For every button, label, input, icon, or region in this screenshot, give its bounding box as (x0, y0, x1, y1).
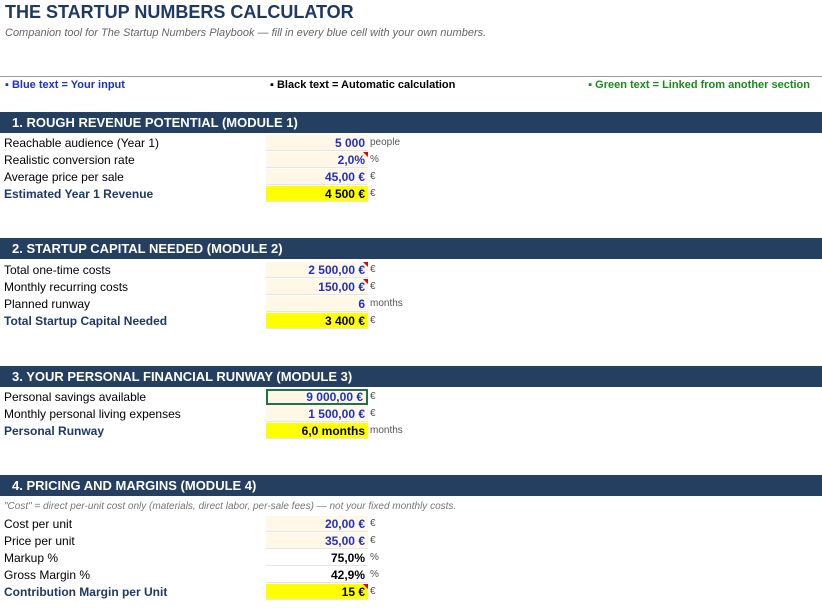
legend-input: ▪ Blue text = Your input (5, 79, 125, 91)
section-header-pricing: 4. PRICING AND MARGINS (MODULE 4) (0, 475, 822, 496)
row-personal-runway: Personal Runway 6,0 months months (0, 423, 822, 440)
comment-marker-icon[interactable] (363, 279, 368, 284)
row-cost-per-unit: Cost per unit 20,00 € € (0, 516, 822, 533)
row-label: Personal savings available (4, 390, 147, 404)
monthly-recurring-cell[interactable]: 150,00 € (266, 279, 368, 295)
row-gross-margin: Gross Margin % 42,9% % (0, 567, 822, 584)
row-label: Average price per sale (4, 170, 124, 184)
row-one-time-costs: Total one-time costs 2 500,00 € € (0, 262, 822, 279)
unit-label: months (370, 298, 403, 309)
row-label: Reachable audience (Year 1) (4, 136, 159, 150)
gross-margin-cell[interactable]: 42,9% (266, 567, 368, 583)
unit-label: % (370, 552, 379, 563)
year1-revenue-cell[interactable]: 4 500 € (266, 186, 368, 202)
row-year1-revenue: Estimated Year 1 Revenue 4 500 € € (0, 186, 822, 203)
total-capital-cell[interactable]: 3 400 € (266, 313, 368, 329)
section-title: 3. YOUR PERSONAL FINANCIAL RUNWAY (MODUL… (12, 369, 353, 384)
row-label: Cost per unit (4, 517, 73, 531)
price-per-unit-cell[interactable]: 35,00 € (266, 533, 368, 549)
row-contribution-margin: Contribution Margin per Unit 15 € € (0, 584, 822, 601)
planned-runway-cell[interactable]: 6 (266, 296, 368, 312)
row-label: Total one-time costs (4, 263, 111, 277)
row-monthly-recurring: Monthly recurring costs 150,00 € € (0, 279, 822, 296)
reachable-audience-cell[interactable]: 5 000 (266, 135, 368, 151)
unit-label: € (370, 264, 376, 275)
unit-label: € (370, 315, 376, 326)
row-label: Planned runway (4, 297, 91, 311)
section-header-capital: 2. STARTUP CAPITAL NEEDED (MODULE 2) (0, 238, 822, 259)
row-label: Gross Margin % (4, 568, 91, 582)
row-planned-runway: Planned runway 6 months (0, 296, 822, 313)
section-title: 4. PRICING AND MARGINS (MODULE 4) (12, 478, 257, 493)
section-title: 1. ROUGH REVENUE POTENTIAL (MODULE 1) (12, 115, 298, 130)
row-average-price: Average price per sale 45,00 € € (0, 169, 822, 186)
section-title: 2. STARTUP CAPITAL NEEDED (MODULE 2) (12, 241, 283, 256)
legend-calculation: ▪ Black text = Automatic calculation (270, 79, 456, 91)
row-markup: Markup % 75,0% % (0, 550, 822, 567)
row-label: Monthly recurring costs (4, 280, 129, 294)
row-label: Estimated Year 1 Revenue (4, 187, 154, 201)
average-price-cell[interactable]: 45,00 € (266, 169, 368, 185)
contribution-margin-cell[interactable]: 15 € (266, 584, 368, 600)
unit-label: % (370, 569, 379, 580)
one-time-costs-cell[interactable]: 2 500,00 € (266, 262, 368, 278)
cost-definition-note: "Cost" = direct per-unit cost only (mate… (4, 501, 457, 512)
row-label: Total Startup Capital Needed (4, 314, 168, 328)
unit-label: € (370, 171, 376, 182)
row-label: Contribution Margin per Unit (4, 585, 168, 599)
row-label: Price per unit (4, 534, 75, 548)
conversion-rate-cell[interactable]: 2,0% (266, 152, 368, 168)
row-total-capital: Total Startup Capital Needed 3 400 € € (0, 313, 822, 330)
row-living-expenses: Monthly personal living expenses 1 500,0… (0, 406, 822, 423)
personal-savings-cell[interactable]: 9 000,00 € (266, 389, 368, 405)
legend-row: ▪ Blue text = Your input ▪ Black text = … (0, 76, 822, 94)
unit-label: € (370, 586, 376, 597)
row-label: Realistic conversion rate (4, 153, 135, 167)
unit-label: months (370, 425, 403, 436)
markup-cell[interactable]: 75,0% (266, 550, 368, 566)
unit-label: € (370, 391, 376, 402)
unit-label: € (370, 281, 376, 292)
row-conversion-rate: Realistic conversion rate 2,0% % (0, 152, 822, 169)
unit-label: € (370, 518, 376, 529)
row-label: Markup % (4, 551, 59, 565)
comment-marker-icon[interactable] (363, 262, 368, 267)
row-personal-savings: Personal savings available 9 000,00 € € (0, 389, 822, 406)
row-label: Monthly personal living expenses (4, 407, 181, 421)
legend-linked: ▪ Green text = Linked from another secti… (588, 79, 810, 91)
cost-per-unit-cell[interactable]: 20,00 € (266, 516, 368, 532)
personal-runway-cell[interactable]: 6,0 months (266, 423, 368, 439)
page-subtitle: Companion tool for The Startup Numbers P… (5, 27, 487, 39)
row-price-per-unit: Price per unit 35,00 € € (0, 533, 822, 550)
section-header-revenue: 1. ROUGH REVENUE POTENTIAL (MODULE 1) (0, 112, 822, 133)
row-reachable-audience: Reachable audience (Year 1) 5 000 people (0, 135, 822, 152)
page-title: THE STARTUP NUMBERS CALCULATOR (5, 2, 354, 22)
unit-label: € (370, 535, 376, 546)
unit-label: people (370, 137, 401, 148)
comment-marker-icon[interactable] (363, 584, 368, 589)
unit-label: % (370, 154, 379, 165)
unit-label: € (370, 408, 376, 419)
row-label: Personal Runway (4, 424, 105, 438)
living-expenses-cell[interactable]: 1 500,00 € (266, 406, 368, 422)
unit-label: € (370, 188, 376, 199)
comment-marker-icon[interactable] (363, 152, 368, 157)
section-header-runway: 3. YOUR PERSONAL FINANCIAL RUNWAY (MODUL… (0, 366, 822, 387)
